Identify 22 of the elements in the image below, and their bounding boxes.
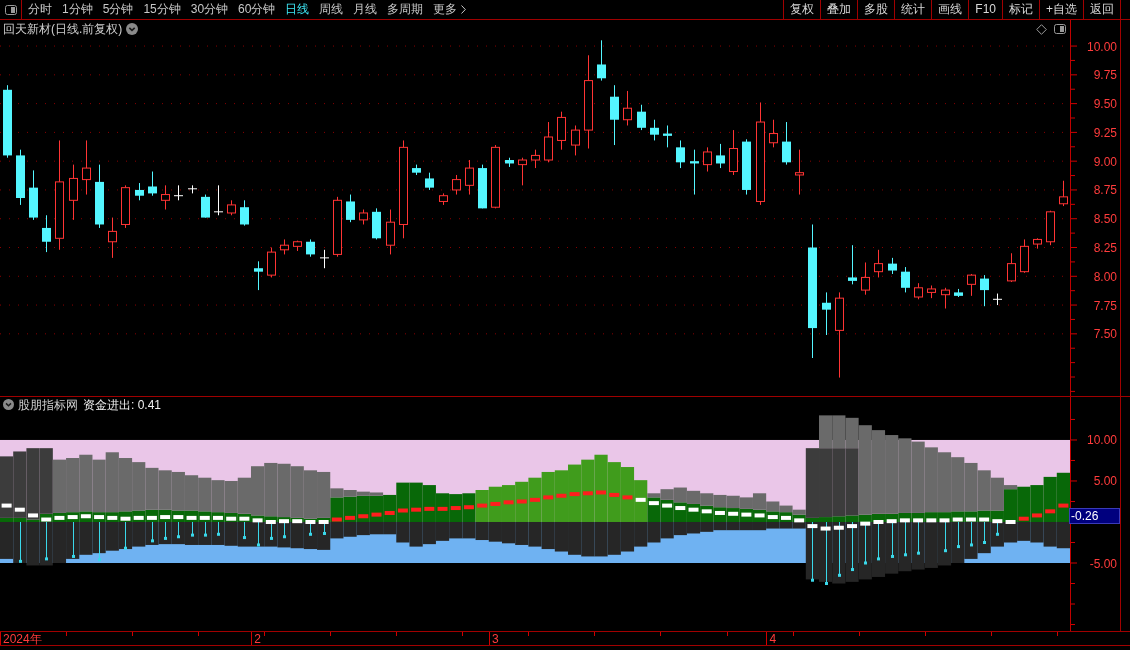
axis-label: 9.75 <box>1093 68 1117 83</box>
indicator-reading: 资金进出: 0.41 <box>83 397 162 412</box>
axis-label: 7.75 <box>1093 298 1117 313</box>
axis-label: 2 <box>254 632 261 645</box>
axis-label: 10.00 <box>1086 433 1117 448</box>
axis-label: 8.25 <box>1093 241 1117 255</box>
axis-label: 3 <box>492 632 499 645</box>
axis-label: 9.00 <box>1093 154 1117 169</box>
axis-label: 8.75 <box>1093 183 1117 198</box>
axis-label: 4 <box>769 632 777 645</box>
axis-label: -5.00 <box>1089 556 1117 571</box>
axis-label: 10.00 <box>1086 39 1117 54</box>
indicator-source: 股朋指标网 <box>18 397 78 412</box>
axis-label: 8.50 <box>1093 212 1117 227</box>
value-badge: -0.26 <box>1069 508 1120 524</box>
axis-label: 5.00 <box>1093 474 1117 489</box>
axis-label: 7.50 <box>1093 327 1117 342</box>
year-label: 2024年 <box>3 632 42 645</box>
stock-title: 回天新材(日线.前复权) <box>3 21 123 38</box>
axis-label: 8.00 <box>1093 269 1117 284</box>
axis-label: 9.25 <box>1093 125 1117 140</box>
axis-label: 9.50 <box>1093 97 1117 112</box>
